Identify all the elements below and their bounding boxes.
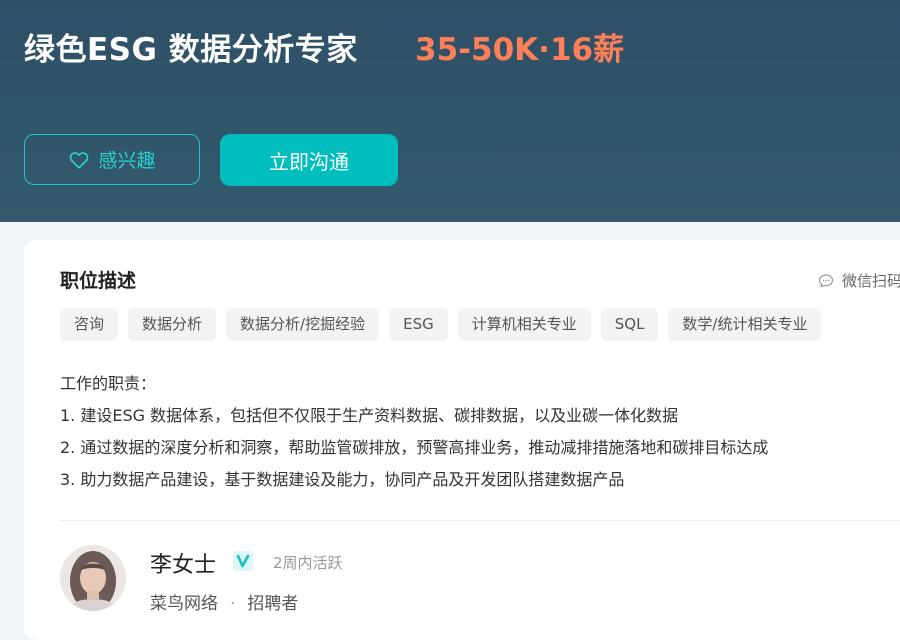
salary: 35-50K·16薪: [415, 32, 625, 68]
job-description-text: 工作的职责： 1. 建设ESG 数据体系，包括但不仅限于生产资料数据、碳排数据，…: [60, 368, 768, 496]
skill-tags: 咨询 数据分析 数据分析/挖掘经验 ESG 计算机相关专业 SQL 数学/统计相…: [60, 308, 822, 341]
divider: [60, 520, 900, 521]
wechat-label: 微信扫码: [842, 272, 900, 290]
skill-tag: 数据分析: [128, 308, 217, 341]
description-line: 工作的职责：: [60, 374, 157, 393]
chat-bubble-icon: [818, 273, 834, 288]
chat-now-button[interactable]: 立即沟通: [220, 134, 398, 186]
heart-icon: [70, 151, 89, 169]
skill-tag: SQL: [600, 308, 659, 341]
company-name: 菜鸟网络: [150, 594, 218, 614]
skill-tag: 数学/统计相关专业: [668, 308, 822, 341]
description-line: 2. 通过数据的深度分析和洞察，帮助监管碳排放，预警高排业务，推动减排措施落地和…: [60, 438, 769, 457]
skill-tag: 计算机相关专业: [457, 308, 591, 341]
avatar-photo: [60, 545, 126, 611]
job-description-card: 职位描述 微信扫码 咨询 数据分析 数据分析/挖掘经验 ESG 计算机相关专业 …: [24, 240, 900, 640]
recruiter-name: 李女士: [150, 553, 217, 578]
wechat-scan-link[interactable]: 微信扫码: [818, 270, 900, 291]
job-header: 绿色ESG 数据分析专家 35-50K·16薪 感兴趣 立即沟通: [0, 0, 900, 222]
recruiter-avatar[interactable]: [60, 545, 126, 611]
skill-tag: ESG: [389, 308, 448, 341]
recruiter-company: 菜鸟网络 · 招聘者: [150, 589, 298, 614]
skill-tag: 数据分析/挖掘经验: [226, 308, 380, 341]
section-title: 职位描述: [60, 270, 137, 292]
skill-tag: 咨询: [60, 308, 119, 341]
description-line: 3. 助力数据产品建设，基于数据建设及能力，协同产品及开发团队搭建数据产品: [60, 470, 625, 489]
interest-label: 感兴趣: [98, 150, 156, 172]
interest-button[interactable]: 感兴趣: [24, 134, 200, 185]
description-line: 1. 建设ESG 数据体系，包括但不仅限于生产资料数据、碳排数据，以及业碳一体化…: [60, 406, 679, 425]
recruiter-role: 招聘者: [247, 594, 299, 614]
job-title: 绿色ESG 数据分析专家: [24, 32, 358, 68]
separator-dot: ·: [230, 594, 236, 614]
recruiter-active-status: 2周内活跃: [273, 554, 343, 572]
chat-now-label: 立即沟通: [269, 149, 349, 174]
verified-badge-icon: [233, 551, 253, 571]
